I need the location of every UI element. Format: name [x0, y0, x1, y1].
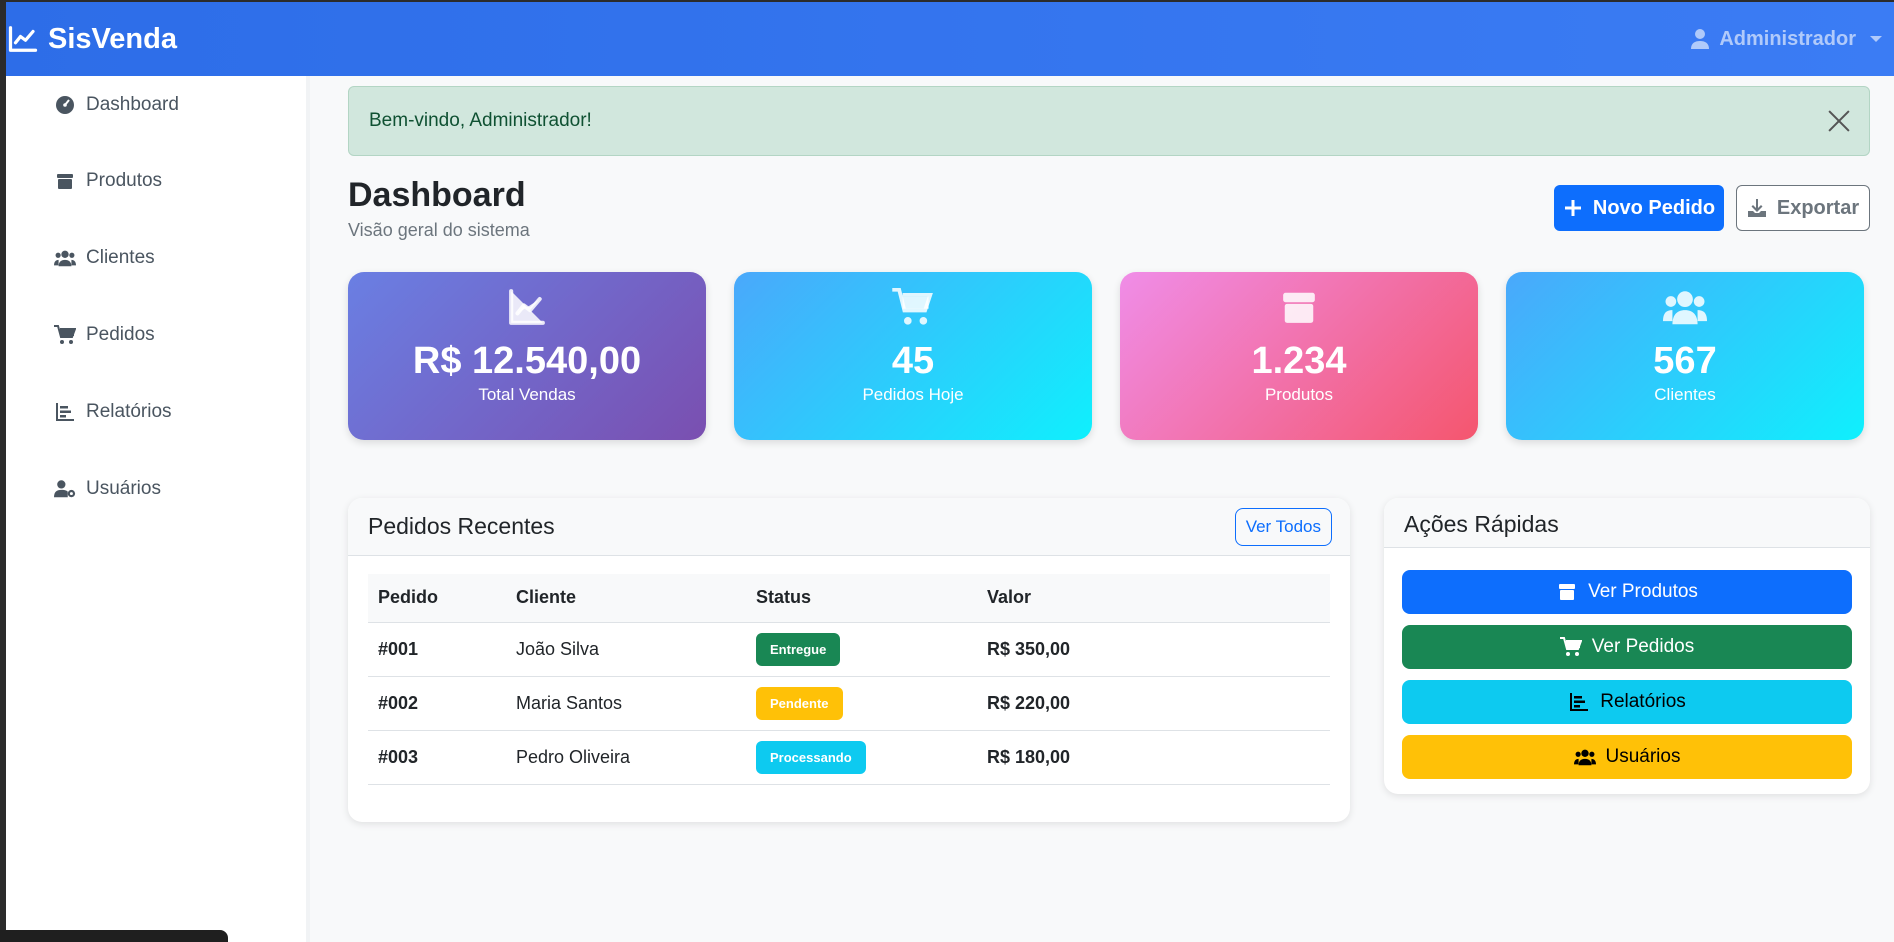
box-icon — [1559, 584, 1576, 600]
recent-orders-header: Pedidos Recentes Ver Todos — [348, 498, 1350, 556]
sidebar-item-dashboard[interactable]: Dashboard — [54, 94, 179, 116]
user-dropdown[interactable]: Administrador — [1691, 28, 1882, 51]
table-row[interactable]: #003 Pedro Oliveira Processando R$ 180,0… — [368, 730, 1330, 785]
order-id: #003 — [368, 730, 506, 785]
column-header: Pedido — [368, 574, 506, 623]
sidebar-item-label: Produtos — [86, 170, 163, 191]
chart-bar-icon — [1570, 693, 1589, 711]
status-badge: Entregue — [756, 632, 841, 666]
stat-card-total-vendas: R$ 12.540,00 Total Vendas — [348, 272, 706, 440]
sidebar-item-label: Pedidos — [86, 324, 155, 345]
users-label: Usuários — [1605, 746, 1681, 767]
order-id: #001 — [368, 622, 506, 677]
caret-down-icon — [1870, 36, 1882, 42]
quick-actions-title: Ações Rápidas — [1404, 511, 1559, 537]
table-row[interactable]: #002 Maria Santos Pendente R$ 220,00 — [368, 676, 1330, 731]
sidebar-item-usuarios[interactable]: Usuários — [54, 478, 161, 500]
stat-label: Clientes — [1654, 385, 1716, 404]
browser-status-tooltip — [0, 930, 228, 942]
view-products-button[interactable]: Ver Produtos — [1402, 570, 1852, 614]
sidebar-item-pedidos[interactable]: Pedidos — [54, 324, 155, 346]
order-value: R$ 350,00 — [977, 622, 1330, 677]
stat-card-produtos: 1.234 Produtos — [1120, 272, 1478, 440]
cart-icon — [892, 288, 933, 325]
sidebar-item-relatorios[interactable]: Relatórios — [54, 401, 172, 423]
view-all-button[interactable]: Ver Todos — [1234, 507, 1332, 546]
cart-icon — [54, 325, 76, 344]
stat-label: Pedidos Hoje — [862, 385, 964, 404]
close-icon[interactable] — [1827, 109, 1851, 133]
reports-label: Relatórios — [1600, 691, 1686, 712]
order-client: Pedro Oliveira — [506, 730, 746, 785]
chart-line-icon — [509, 289, 545, 325]
view-orders-button[interactable]: Ver Pedidos — [1402, 625, 1852, 669]
alert-message: Bem-vindo, Administrador! — [369, 110, 592, 131]
table-header-row: Pedido Cliente Status Valor — [368, 574, 1330, 623]
welcome-alert: Bem-vindo, Administrador! — [348, 86, 1870, 156]
recent-orders-card: Pedidos Recentes Ver Todos Pedido Client… — [348, 498, 1350, 822]
order-value: R$ 220,00 — [977, 676, 1330, 731]
chart-line-icon — [8, 26, 38, 52]
box-icon — [1283, 292, 1315, 323]
sidebar-item-label: Clientes — [86, 247, 155, 268]
status-badge: Processando — [756, 740, 866, 774]
stat-label: Total Vendas — [478, 385, 576, 404]
user-icon — [1691, 29, 1710, 49]
sidebar-item-label: Dashboard — [86, 94, 179, 115]
users-icon — [1663, 291, 1707, 325]
chart-bar-icon — [56, 403, 74, 421]
browser-viewport: SisVenda Administrador Dashboard Produto… — [6, 2, 1894, 942]
order-id: #002 — [368, 676, 506, 731]
brand-name: SisVenda — [48, 22, 177, 55]
reports-button[interactable]: Relatórios — [1402, 680, 1852, 724]
user-gear-icon — [54, 480, 76, 498]
stat-card-clientes: 567 Clientes — [1506, 272, 1864, 440]
sidebar-item-label: Usuários — [86, 478, 161, 499]
sidebar: Dashboard Produtos Clientes Pedidos Rela… — [6, 76, 310, 942]
recent-orders-title: Pedidos Recentes — [368, 513, 555, 539]
stat-value: 567 — [1653, 340, 1717, 382]
order-value: R$ 180,00 — [977, 730, 1330, 785]
plus-icon — [1564, 200, 1581, 216]
view-orders-label: Ver Pedidos — [1591, 636, 1695, 657]
order-client: Maria Santos — [506, 676, 746, 731]
order-client: João Silva — [506, 622, 746, 677]
page-title: Dashboard — [348, 176, 526, 214]
stat-value: 1.234 — [1251, 340, 1347, 382]
stat-card-pedidos-hoje: 45 Pedidos Hoje — [734, 272, 1092, 440]
cart-icon — [1559, 637, 1582, 656]
sidebar-item-label: Relatórios — [86, 401, 172, 422]
box-icon — [57, 174, 73, 189]
orders-table: Pedido Cliente Status Valor #001 João Si… — [368, 574, 1330, 785]
user-name: Administrador — [1719, 27, 1856, 50]
users-button[interactable]: Usuários — [1402, 735, 1852, 779]
quick-actions-header: Ações Rápidas — [1384, 498, 1870, 548]
table-row[interactable]: #001 João Silva Entregue R$ 350,00 — [368, 622, 1330, 677]
brand-link[interactable]: SisVenda — [6, 23, 177, 56]
column-header: Valor — [977, 574, 1330, 623]
export-button[interactable]: Exportar — [1736, 185, 1870, 231]
users-icon — [1573, 749, 1596, 766]
stat-label: Produtos — [1264, 385, 1334, 404]
stat-value: 45 — [891, 340, 935, 382]
new-order-button[interactable]: Novo Pedido — [1554, 185, 1724, 231]
sidebar-item-clientes[interactable]: Clientes — [54, 247, 155, 269]
export-label: Exportar — [1776, 196, 1860, 219]
view-products-label: Ver Produtos — [1588, 581, 1698, 602]
new-order-label: Novo Pedido — [1592, 196, 1716, 219]
page-subtitle: Visão geral do sistema — [348, 220, 530, 240]
download-icon — [1747, 199, 1766, 217]
gauge-icon — [56, 96, 74, 114]
column-header: Status — [746, 574, 977, 623]
top-navbar: SisVenda Administrador — [6, 2, 1894, 76]
users-icon — [54, 250, 76, 267]
sidebar-item-produtos[interactable]: Produtos — [54, 170, 162, 192]
status-badge: Pendente — [756, 686, 843, 720]
stat-value: R$ 12.540,00 — [412, 340, 642, 382]
quick-actions-card: Ações Rápidas Ver Produtos Ver Pedidos R… — [1384, 498, 1870, 794]
column-header: Cliente — [506, 574, 746, 623]
